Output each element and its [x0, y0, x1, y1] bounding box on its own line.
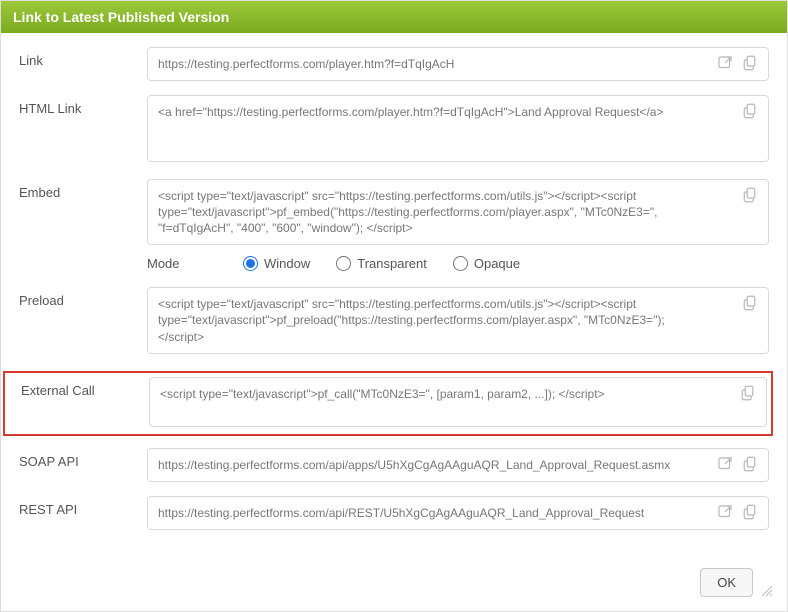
soap-api-field[interactable]	[147, 448, 769, 482]
open-link-icon[interactable]	[715, 454, 735, 474]
label-mode: Mode	[147, 256, 243, 271]
rest-api-field[interactable]	[147, 496, 769, 530]
copy-icon[interactable]	[741, 53, 761, 73]
label-preload: Preload	[19, 287, 147, 308]
mode-radio-window[interactable]: Window	[243, 256, 310, 271]
label-link: Link	[19, 47, 147, 68]
open-link-icon[interactable]	[715, 502, 735, 522]
label-soap-api: SOAP API	[19, 448, 147, 469]
copy-icon[interactable]	[741, 502, 761, 522]
copy-icon[interactable]	[739, 383, 759, 403]
external-call-highlight: External Call <script type="text/javascr…	[3, 371, 773, 436]
open-link-icon[interactable]	[715, 53, 735, 73]
panel-footer: OK	[1, 558, 787, 611]
link-publish-panel: Link to Latest Published Version Link HT…	[0, 0, 788, 612]
copy-icon[interactable]	[741, 293, 761, 313]
resize-grip-icon[interactable]	[759, 583, 773, 597]
mode-radio-transparent[interactable]: Transparent	[336, 256, 427, 271]
label-rest-api: REST API	[19, 496, 147, 517]
embed-field[interactable]: <script type="text/javascript" src="http…	[147, 179, 769, 246]
copy-icon[interactable]	[741, 185, 761, 205]
mode-radio-group: Window Transparent Opaque	[243, 256, 520, 271]
mode-radio-opaque[interactable]: Opaque	[453, 256, 520, 271]
preload-field[interactable]: <script type="text/javascript" src="http…	[147, 287, 769, 354]
panel-body: Link HTML Link <a href="https://testing.…	[1, 33, 787, 558]
label-html-link: HTML Link	[19, 95, 147, 116]
external-call-field[interactable]: <script type="text/javascript">pf_call("…	[149, 377, 767, 427]
label-external-call: External Call	[9, 377, 149, 398]
copy-icon[interactable]	[741, 454, 761, 474]
copy-icon[interactable]	[741, 101, 761, 121]
label-embed: Embed	[19, 179, 147, 200]
ok-button[interactable]: OK	[700, 568, 753, 597]
panel-title: Link to Latest Published Version	[1, 1, 787, 33]
link-field[interactable]	[147, 47, 769, 81]
html-link-field[interactable]: <a href="https://testing.perfectforms.co…	[147, 95, 769, 162]
